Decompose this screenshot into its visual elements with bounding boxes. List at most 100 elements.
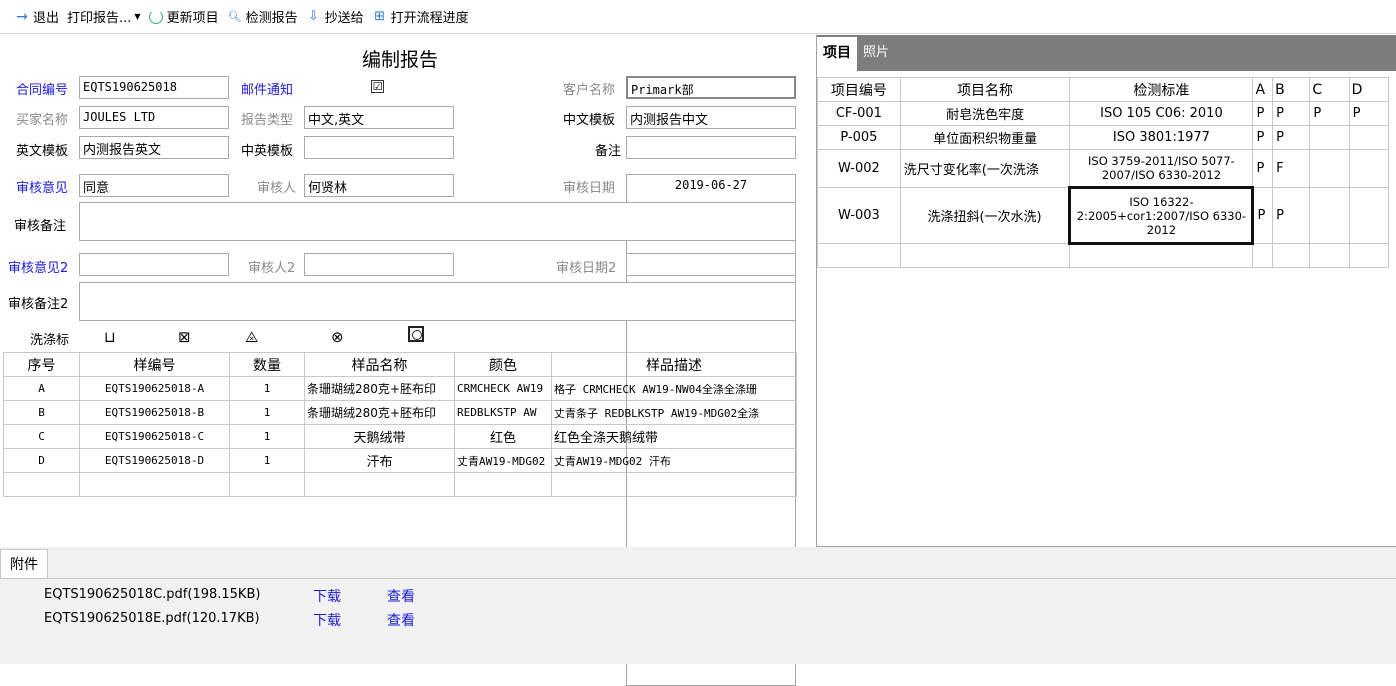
table-row[interactable]: W-003 洗涤扭斜(一次水洗) ISO 16322-2:2005+cor1:2… [817, 186, 1390, 245]
tab-items[interactable]: 项目 [817, 37, 857, 71]
cell[interactable] [1309, 243, 1350, 268]
mail-notify-checkbox[interactable]: ☑ [371, 80, 384, 93]
view-link[interactable]: 查看 [387, 610, 415, 630]
cell[interactable] [817, 243, 901, 268]
cell[interactable]: P [1252, 125, 1274, 150]
no-bleach-icon[interactable]: ⨻ [245, 328, 258, 346]
update-items-button[interactable]: 更新项目 [148, 7, 219, 26]
review-date2-field[interactable] [626, 253, 796, 276]
cell[interactable]: 丈青条子 REDBLKSTP AW19-MDG02全涤 [551, 400, 797, 425]
col-header-c[interactable]: C [1309, 77, 1350, 102]
cell[interactable]: EQTS190625018-C [79, 424, 230, 449]
cell[interactable]: 丈青AW19-MDG02 [454, 448, 552, 473]
cell[interactable] [1348, 149, 1390, 188]
cell[interactable] [454, 472, 552, 497]
contract-label[interactable]: 合同编号 [16, 79, 68, 98]
en-template-field[interactable]: 内测报告英文 [79, 136, 229, 159]
cell[interactable]: 天鹅绒带 [304, 424, 455, 449]
view-link[interactable]: 查看 [387, 586, 415, 606]
cell[interactable]: 红色全涤天鹅绒带 [551, 424, 797, 449]
open-flow-button[interactable]: ⊞ 打开流程进度 [372, 7, 468, 26]
cell[interactable]: 条珊瑚绒280克+胚布印 [304, 376, 455, 401]
cell[interactable]: 1 [229, 424, 305, 449]
cell[interactable]: P-005 [817, 125, 901, 150]
cell[interactable]: P [1272, 101, 1311, 126]
review-opinion2-field[interactable] [79, 253, 229, 276]
cell[interactable]: ISO 105 C06: 2010 [1069, 101, 1254, 126]
cell[interactable]: ISO 3759-2011/ISO 5077-2007/ISO 6330-201… [1069, 149, 1254, 188]
cell[interactable]: 耐皂洗色牢度 [899, 101, 1071, 126]
cell[interactable]: B [3, 400, 80, 425]
cell[interactable]: P [1252, 101, 1274, 126]
reviewer-field[interactable]: 何贤林 [304, 174, 454, 197]
cn-template-field[interactable]: 内测报告中文 [626, 106, 796, 129]
tab-photos[interactable]: 照片 [857, 37, 895, 71]
cell[interactable]: F [1272, 149, 1311, 188]
col-header-standard[interactable]: 检测标准 [1069, 77, 1254, 102]
report-type-field[interactable]: 中文,英文 [304, 106, 454, 129]
exit-button[interactable]: → 退出 [14, 7, 59, 27]
buyer-field[interactable]: JOULES LTD [79, 106, 229, 129]
cell[interactable]: 单位面积织物重量 [899, 125, 1071, 150]
cell[interactable]: P [1272, 187, 1311, 244]
cell[interactable] [551, 472, 797, 497]
cell[interactable]: EQTS190625018-D [79, 448, 230, 473]
cell[interactable] [3, 472, 80, 497]
cell[interactable]: P [1348, 101, 1390, 126]
cell[interactable] [1348, 187, 1390, 244]
wash-30-icon[interactable]: ⊔ [104, 328, 116, 346]
cell[interactable]: A [3, 376, 80, 401]
cell[interactable]: 1 [229, 400, 305, 425]
cell[interactable] [1252, 243, 1274, 268]
cell[interactable]: P [1272, 125, 1311, 150]
reviewer2-field[interactable] [304, 253, 454, 276]
cn-en-template-field[interactable] [304, 136, 454, 159]
tab-attachments[interactable]: 附件 [0, 549, 48, 579]
review-note2-field[interactable] [79, 282, 796, 321]
cell[interactable]: 1 [229, 448, 305, 473]
test-report-button[interactable]: 🔍︎ 检测报告 [227, 7, 298, 26]
cell[interactable]: 汗布 [304, 448, 455, 473]
cell[interactable] [1069, 243, 1254, 268]
col-header-sample-name[interactable]: 样品名称 [304, 352, 455, 377]
table-row[interactable]: P-005 单位面积织物重量 ISO 3801:1977 P P [817, 125, 1390, 150]
col-header-index[interactable]: 序号 [3, 352, 80, 377]
cell[interactable]: 条珊瑚绒280克+胚布印 [304, 400, 455, 425]
cell[interactable]: 洗涤扭斜(一次水洗) [899, 187, 1071, 244]
cell[interactable]: W-002 [817, 149, 901, 188]
cell[interactable]: W-003 [817, 187, 901, 244]
col-header-b[interactable]: B [1272, 77, 1311, 102]
cell[interactable]: 格子 CRMCHECK AW19-NW04全涤全涤珊 [551, 376, 797, 401]
cell[interactable] [1309, 125, 1350, 150]
print-report-button[interactable]: 打印报告... ▼ [67, 7, 141, 26]
no-dryclean-icon[interactable]: ⊗ [331, 328, 344, 346]
col-header-color[interactable]: 颜色 [454, 352, 552, 377]
cell[interactable]: P [1252, 187, 1274, 244]
cell[interactable]: EQTS190625018-B [79, 400, 230, 425]
cell[interactable] [304, 472, 455, 497]
col-header-item-no[interactable]: 项目编号 [817, 77, 901, 102]
col-header-item-name[interactable]: 项目名称 [899, 77, 1071, 102]
no-wring-icon[interactable]: ⊠ [178, 328, 191, 346]
cell[interactable] [229, 472, 305, 497]
cell[interactable] [1348, 243, 1390, 268]
review-note-field[interactable] [79, 202, 796, 241]
cell[interactable]: P [1309, 101, 1350, 126]
table-row[interactable]: W-002 洗尺寸变化率(一次洗涤 ISO 3759-2011/ISO 5077… [817, 149, 1390, 188]
cell[interactable]: EQTS190625018-A [79, 376, 230, 401]
table-row[interactable]: A EQTS190625018-A 1 条珊瑚绒280克+胚布印 CRMCHEC… [3, 376, 797, 401]
cell[interactable]: 丈青AW19-MDG02 汗布 [551, 448, 797, 473]
tumble-dry-icon[interactable] [408, 326, 424, 346]
cell[interactable]: CRMCHECK AW19 [454, 376, 552, 401]
col-header-qty[interactable]: 数量 [229, 352, 305, 377]
cell[interactable]: C [3, 424, 80, 449]
cell[interactable] [1309, 149, 1350, 188]
cell[interactable]: P [1252, 149, 1274, 188]
table-row[interactable]: D EQTS190625018-D 1 汗布 丈青AW19-MDG02 丈青AW… [3, 448, 797, 473]
cc-button[interactable]: ⇩ 抄送给 [306, 7, 363, 26]
col-header-a[interactable]: A [1252, 77, 1274, 102]
review-opinion2-label[interactable]: 审核意见2 [8, 257, 68, 276]
cell[interactable]: 洗尺寸变化率(一次洗涤 [899, 149, 1071, 188]
review-opinion-field[interactable]: 同意 [79, 174, 229, 197]
col-header-description[interactable]: 样品描述 [551, 352, 797, 377]
